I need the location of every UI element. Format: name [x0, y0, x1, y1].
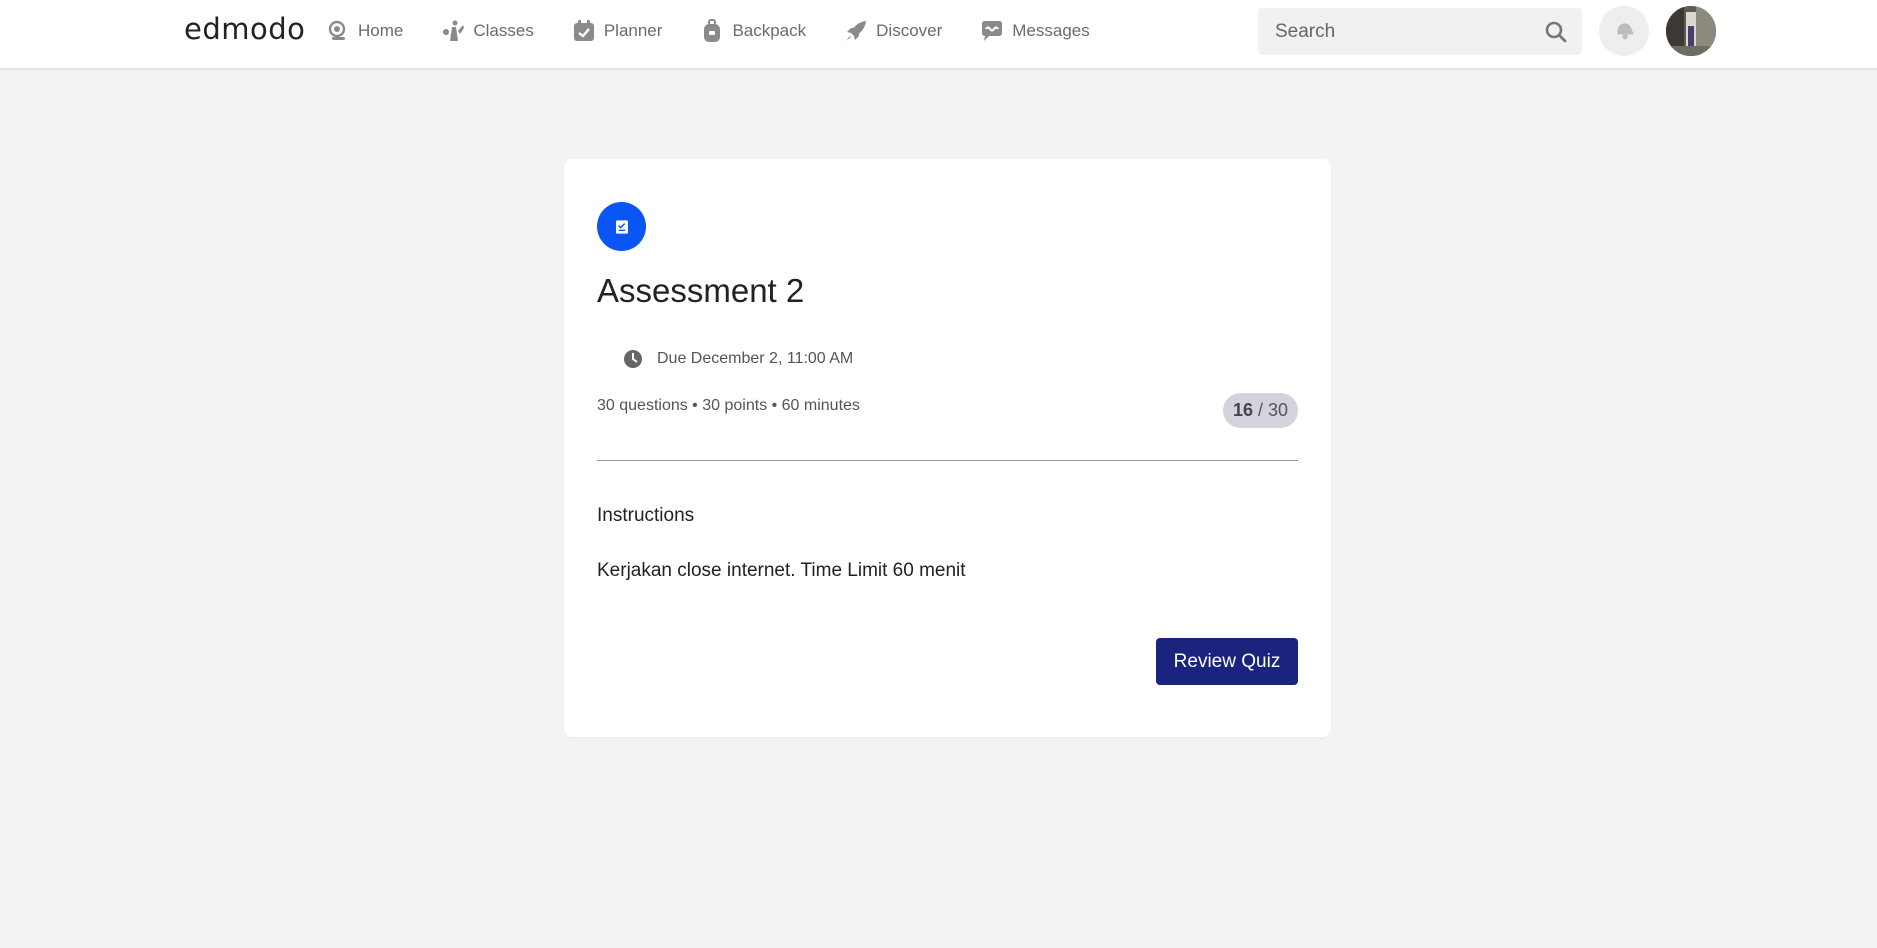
score-value: 16: [1232, 400, 1253, 420]
quiz-icon: [597, 202, 646, 251]
nav-messages-label: Messages: [1012, 21, 1090, 40]
nav-discover-label: Discover: [876, 21, 943, 40]
notifications-button[interactable]: [1599, 6, 1649, 56]
score-badge: 16 / 30: [1223, 393, 1298, 428]
rocket-icon: [844, 19, 868, 43]
nav-backpack[interactable]: Backpack: [700, 19, 806, 43]
nav-discover[interactable]: Discover: [844, 19, 942, 43]
search-input[interactable]: [1258, 20, 1544, 43]
nav-messages[interactable]: Messages: [980, 19, 1090, 43]
nav-classes[interactable]: Classes: [441, 19, 534, 43]
nav-classes-label: Classes: [473, 21, 534, 40]
nav-home-label: Home: [358, 21, 404, 40]
score-separator: /: [1257, 400, 1263, 420]
top-navigation-bar: edmodo Home Classes Planner Backpack Dis…: [0, 0, 1877, 68]
assignment-card: Assessment 2 Due December 2, 11:00 AM 30…: [564, 159, 1331, 737]
due-date-row: Due December 2, 11:00 AM: [623, 349, 853, 369]
messages-icon: [980, 19, 1004, 43]
instructions-text: Kerjakan close internet. Time Limit 60 m…: [597, 560, 966, 581]
assignment-title: Assessment 2: [597, 272, 805, 309]
search-box: [1258, 8, 1582, 55]
review-quiz-button[interactable]: Review Quiz: [1156, 638, 1298, 685]
main-nav: Home Classes Planner Backpack Discover M…: [326, 0, 1128, 62]
classes-icon: [441, 19, 465, 43]
edmodo-logo[interactable]: edmodo: [184, 12, 305, 46]
nav-planner-label: Planner: [603, 21, 663, 40]
avatar[interactable]: [1666, 6, 1716, 56]
planner-icon: [572, 19, 596, 43]
backpack-icon: [700, 19, 724, 43]
search-icon[interactable]: [1544, 20, 1568, 44]
nav-planner[interactable]: Planner: [572, 19, 663, 43]
home-icon: [326, 19, 350, 43]
bell-icon: [1611, 16, 1637, 47]
nav-home[interactable]: Home: [326, 19, 403, 43]
due-date-text: Due December 2, 11:00 AM: [657, 350, 854, 367]
instructions-heading: Instructions: [597, 505, 695, 526]
divider: [597, 460, 1298, 461]
assignment-meta: 30 questions • 30 points • 60 minutes: [597, 397, 860, 414]
nav-backpack-label: Backpack: [732, 21, 807, 40]
score-total: 30: [1268, 400, 1289, 420]
clock-icon: [623, 349, 643, 369]
